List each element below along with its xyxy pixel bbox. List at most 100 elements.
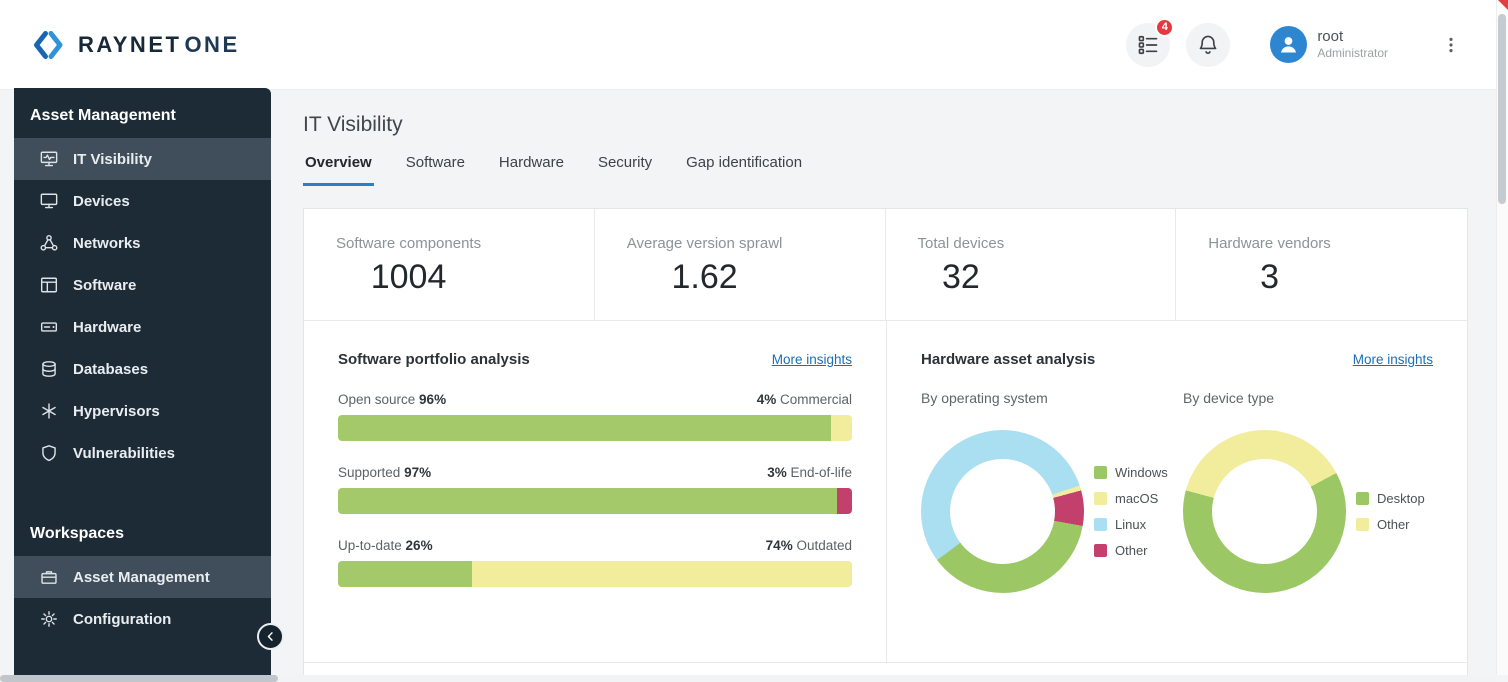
monitor-pulse-icon [40, 150, 58, 168]
overview-card: Software components 1004 Average version s… [303, 208, 1468, 682]
brand-secondary: ONE [184, 31, 240, 57]
stacked-bar [338, 561, 852, 587]
legend-swatch [1094, 492, 1107, 505]
sidebar-item-hardware[interactable]: Hardware [14, 306, 271, 348]
device-legend: Desktop Other [1356, 491, 1425, 532]
legend-item-desktop: Desktop [1356, 491, 1425, 506]
stat-value: 32 [941, 258, 980, 296]
gear-icon [40, 610, 58, 628]
bar-segment-commercial [831, 415, 852, 441]
software-portfolio-panel: Software portfolio analysis More insight… [304, 321, 887, 662]
horizontal-scrollbar-thumb[interactable] [0, 675, 278, 682]
bar-segment-supported [338, 488, 837, 514]
tasks-button[interactable]: 4 [1126, 17, 1175, 67]
os-donut-chart [921, 430, 1084, 593]
sidebar-item-vulnerabilities[interactable]: Vulnerabilities [14, 432, 271, 474]
sidebar-item-label: IT Visibility [73, 150, 152, 168]
stat-label: Average version sprawl [626, 235, 783, 252]
avatar-icon [1270, 26, 1308, 63]
sidebar-item-label: Software [73, 276, 137, 294]
sidebar-collapse-button[interactable] [257, 623, 284, 650]
stat-value: 1.62 [671, 258, 738, 296]
legend-swatch [1356, 492, 1369, 505]
os-legend: Windows macOS Linux Other [1094, 465, 1168, 558]
stat-label: Total devices [917, 235, 1005, 252]
sidebar-item-hypervisors[interactable]: Hypervisors [14, 390, 271, 432]
software-more-insights-link[interactable]: More insights [772, 352, 852, 367]
device-chart-column: By device type Desktop Other [1183, 390, 1433, 593]
sidebar-item-software[interactable]: Software [14, 264, 271, 306]
user-menu[interactable]: root Administrator [1270, 26, 1388, 63]
bar-segment-end-of-life [836, 488, 852, 514]
legend-label: Other [1115, 543, 1148, 558]
bar-right-label: 74% Outdated [765, 538, 852, 553]
legend-label: Desktop [1377, 491, 1425, 506]
legend-item-other: Other [1094, 543, 1168, 558]
bar-segment-up-to-date [338, 561, 472, 587]
horizontal-scrollbar[interactable] [0, 675, 1496, 682]
raynet-logo-icon [30, 27, 66, 63]
legend-item-windows: Windows [1094, 465, 1168, 480]
tasks-badge: 4 [1155, 17, 1175, 37]
bar-right-label: 3% End-of-life [767, 465, 852, 480]
tab-security[interactable]: Security [596, 154, 654, 186]
stat-value: 1004 [370, 258, 447, 296]
legend-swatch [1094, 466, 1107, 479]
stat-label: Hardware vendors [1208, 235, 1331, 252]
task-list-icon [1137, 34, 1159, 56]
hardware-more-insights-link[interactable]: More insights [1353, 352, 1433, 367]
sidebar-item-label: Networks [73, 234, 141, 252]
brand-name: RAYNET ONE [78, 32, 240, 58]
notifications-button[interactable] [1186, 22, 1231, 67]
stat-value: 3 [1260, 258, 1279, 296]
bar-row-supported: Supported 97% 3% End-of-life [338, 465, 852, 514]
sidebar-item-label: Hardware [73, 318, 142, 336]
legend-swatch [1094, 544, 1107, 557]
tab-gap-identification[interactable]: Gap identification [684, 154, 804, 186]
software-icon [40, 276, 58, 294]
sidebar-section-title-asset-management: Asset Management [30, 107, 176, 124]
legend-item-other: Other [1356, 517, 1425, 532]
bell-icon [1197, 34, 1219, 56]
sidebar-item-networks[interactable]: Networks [14, 222, 271, 264]
software-panel-title: Software portfolio analysis [338, 351, 530, 368]
os-chart-label: By operating system [921, 390, 1048, 406]
device-chart-label: By device type [1183, 390, 1275, 406]
stacked-bar [338, 415, 852, 441]
sidebar-item-asset-management[interactable]: Asset Management [14, 556, 271, 598]
tabs: Overview Software Hardware Security Gap iden… [303, 154, 1468, 186]
bar-left-label: Up-to-date 26% [338, 538, 433, 553]
vertical-scrollbar[interactable] [1496, 0, 1508, 675]
more-options-button[interactable] [1438, 32, 1464, 58]
bar-segment-open-source [338, 415, 832, 441]
brand-primary: RAYNET [78, 31, 182, 57]
brand-logo[interactable]: RAYNET ONE [30, 27, 240, 63]
tab-overview[interactable]: Overview [303, 154, 374, 186]
bar-left-label: Open source 96% [338, 392, 447, 407]
stat-card-average-version-sprawl: Average version sprawl 1.62 [595, 209, 886, 320]
monitor-icon [40, 192, 58, 210]
sidebar-item-configuration[interactable]: Configuration [14, 598, 271, 640]
user-name: root [1317, 28, 1344, 45]
stat-card-hardware-vendors: Hardware vendors 3 [1176, 209, 1467, 320]
legend-item-macos: macOS [1094, 491, 1168, 506]
hardware-panel-title: Hardware asset analysis [921, 351, 1096, 368]
sidebar-item-label: Databases [73, 360, 149, 378]
database-icon [40, 360, 58, 378]
app-root: RAYNET ONE 4 root Administrator Asset Ma… [0, 0, 1508, 682]
topbar-actions: 4 root Administrator [1126, 17, 1464, 67]
sidebar-item-devices[interactable]: Devices [14, 180, 271, 222]
sidebar-item-it-visibility[interactable]: IT Visibility [14, 138, 271, 180]
tab-software[interactable]: Software [404, 154, 467, 186]
legend-label: Other [1377, 517, 1410, 532]
stat-card-software-components: Software components 1004 [304, 209, 595, 320]
tab-hardware[interactable]: Hardware [497, 154, 566, 186]
hardware-asset-panel: Hardware asset analysis More insights By… [887, 321, 1467, 662]
legend-label: Windows [1115, 465, 1168, 480]
stacked-bar [338, 488, 852, 514]
legend-swatch [1094, 518, 1107, 531]
hypervisor-icon [40, 402, 58, 420]
vertical-scrollbar-thumb[interactable] [1498, 14, 1506, 204]
sidebar-item-databases[interactable]: Databases [14, 348, 271, 390]
software-bars: Open source 96% 4% Commercial Supported 97… [338, 392, 852, 587]
